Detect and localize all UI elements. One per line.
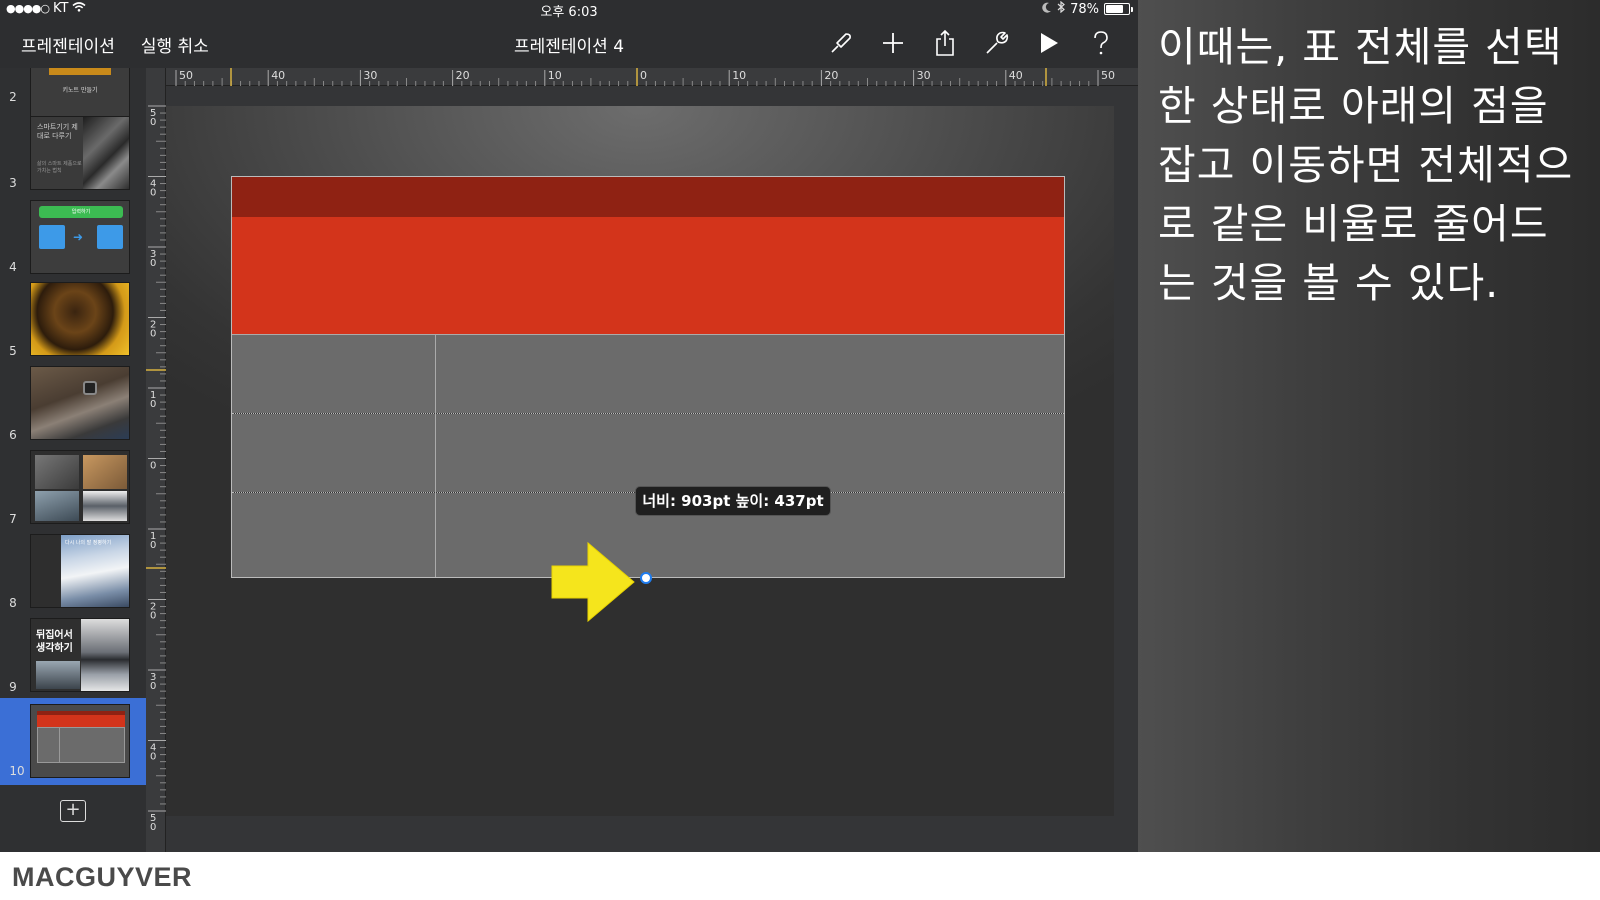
- slide-number: 2: [9, 90, 17, 104]
- table-row[interactable]: [232, 413, 1064, 492]
- ruler-label: 40: [1009, 69, 1023, 82]
- ruler-label: 0: [150, 752, 156, 763]
- ruler-label: 50: [1101, 69, 1115, 82]
- slide-canvas[interactable]: 너비: 903pt 높이: 437pt: [166, 86, 1138, 852]
- slide-thumbnail-3[interactable]: 스마트기기 제대로 다루기 삶의 스마트 제품으로 가치는 법칙: [30, 116, 130, 190]
- slide-3-text: 스마트기기 제대로 다루기: [37, 123, 78, 140]
- slide-navigator: 키노트 만들기 2 스마트기기 제대로 다루기 삶의 스마트 제품으로 가치는 …: [0, 68, 146, 852]
- slide-number: 6: [9, 428, 17, 442]
- ruler-label: 50: [179, 69, 193, 82]
- ruler-label: 30: [917, 69, 931, 82]
- moon-icon: [1042, 2, 1052, 17]
- slide-number: 5: [9, 344, 17, 358]
- watch-icon: [83, 381, 97, 395]
- slide-thumbnail-8[interactable]: 다시 나의 말 정평하기: [30, 534, 130, 608]
- toolbar: 프레젠테이션 실행 취소 프레젠테이션 4: [0, 18, 1138, 68]
- slide-3-subtext: 삶의 스마트 제품으로 가치는 법칙: [37, 161, 82, 174]
- resize-handle[interactable]: [640, 572, 652, 584]
- slide-thumbnail-4[interactable]: 입력하기 ➜: [30, 200, 130, 274]
- slide-thumbnail-6[interactable]: [30, 366, 130, 440]
- footer: MACGUYVER: [0, 852, 1600, 900]
- explanation-line: 잡고 이동하면 전체적으: [1158, 141, 1574, 189]
- ruler-label: 20: [824, 69, 838, 82]
- table[interactable]: [231, 176, 1065, 578]
- slide-9-text: 뒤집어서 생각하기: [36, 630, 73, 654]
- table-cell[interactable]: [232, 493, 436, 577]
- ruler-label: 0: [150, 399, 156, 410]
- ruler-label: 20: [456, 69, 470, 82]
- table-cell[interactable]: [232, 335, 436, 413]
- arrow-icon: ➜: [73, 230, 84, 244]
- explanation-line: 이때는, 표 전체를 선택: [1158, 23, 1563, 71]
- table-cell[interactable]: [436, 335, 1064, 413]
- format-brush-icon[interactable]: [824, 26, 858, 60]
- explanation-line: 한 상태로 아래의 점을: [1158, 82, 1549, 130]
- ruler-label: 0: [150, 117, 156, 128]
- slide-thumbnail-10[interactable]: [30, 704, 130, 778]
- ruler-label: 10: [548, 69, 562, 82]
- slide-thumbnail-9[interactable]: 뒤집어서 생각하기: [30, 618, 130, 692]
- slide[interactable]: 너비: 903pt 높이: 437pt: [166, 106, 1114, 816]
- slide-number: 4: [9, 260, 17, 274]
- bluetooth-icon: [1057, 0, 1066, 17]
- slide-number: 7: [9, 512, 17, 526]
- slide-thumbnail-5[interactable]: [30, 282, 130, 356]
- slide-8-text: 다시 나의 말 정평하기: [65, 540, 112, 546]
- ruler-label: 0: [150, 681, 156, 692]
- table-cell[interactable]: [436, 414, 1064, 492]
- play-icon[interactable]: [1032, 26, 1066, 60]
- table-header-row-2[interactable]: [232, 217, 1064, 334]
- slide-number: 3: [9, 176, 17, 190]
- table-cell[interactable]: [232, 414, 436, 492]
- table-row[interactable]: [232, 334, 1064, 413]
- share-icon[interactable]: [928, 26, 962, 60]
- ruler-label: 0: [640, 69, 647, 82]
- vertical-ruler: 504030201001020304050: [146, 68, 166, 852]
- slide-2-text: 키노트 만들기: [62, 87, 98, 94]
- status-bar: ●●●●○ KT 오후 6:03 78%: [0, 0, 1138, 20]
- explanation-text: 이때는, 표 전체를 선택 한 상태로 아래의 점을 잡고 이동하면 전체적으 …: [1158, 18, 1598, 313]
- slide-number: 9: [9, 680, 17, 694]
- ruler-label: 0: [150, 822, 156, 833]
- ruler-label: 0: [150, 461, 156, 472]
- ruler-label: 0: [150, 258, 156, 269]
- explanation-line: 로 같은 비율로 줄어드: [1158, 200, 1549, 248]
- ruler-label: 30: [363, 69, 377, 82]
- slide-4-text: 입력하기: [39, 206, 123, 218]
- horizontal-ruler: 50 40 30 20 10 0 10 20 30 40 50: [166, 68, 1138, 86]
- table-header-row-1[interactable]: [232, 177, 1064, 217]
- wrench-icon[interactable]: [980, 26, 1014, 60]
- ruler-label: 0: [150, 188, 156, 199]
- battery-icon: [1104, 3, 1133, 15]
- help-icon[interactable]: [1084, 26, 1118, 60]
- battery-percent: 78%: [1070, 1, 1099, 17]
- add-slide-button[interactable]: +: [60, 800, 86, 822]
- ruler-label: 40: [271, 69, 285, 82]
- size-tooltip: 너비: 903pt 높이: 437pt: [635, 486, 831, 516]
- ruler-label: 10: [732, 69, 746, 82]
- ruler-label: 0: [150, 540, 156, 551]
- ruler-label: 0: [150, 611, 156, 622]
- slide-number: 8: [9, 596, 17, 610]
- explanation-panel: 이때는, 표 전체를 선택 한 상태로 아래의 점을 잡고 이동하면 전체적으 …: [1138, 0, 1600, 852]
- ipad-screen: ●●●●○ KT 오후 6:03 78% 프레젠테이션 실행 취소 프레젠테이션…: [0, 0, 1138, 852]
- plus-icon[interactable]: [876, 26, 910, 60]
- explanation-line: 는 것을 볼 수 있다.: [1158, 259, 1500, 307]
- slide-thumbnail-7[interactable]: [30, 450, 130, 524]
- yellow-arrow-icon: [550, 541, 636, 627]
- brand-logo: MACGUYVER: [12, 862, 193, 892]
- ruler-label: 0: [150, 329, 156, 340]
- slide-number: 10: [9, 764, 25, 778]
